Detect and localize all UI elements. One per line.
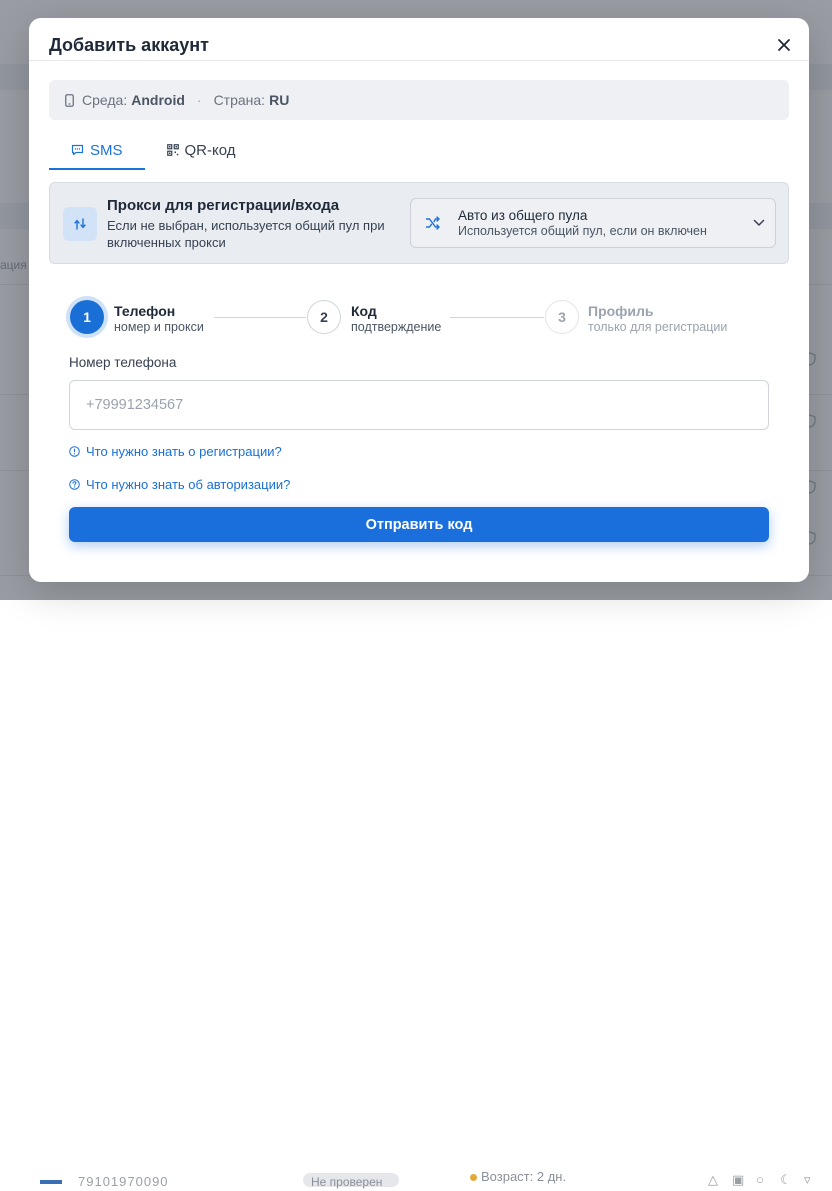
step-connector [214, 317, 306, 318]
proxy-description: Если не выбран, используется общий пул п… [107, 218, 385, 250]
chevron-down-icon [753, 219, 765, 226]
wizard-stepper: 1 Телефон номер и прокси 2 Код подтвержд… [69, 300, 769, 340]
shield-icon: ▿ [804, 1172, 811, 1187]
bg-row-actions: △ ▣ ○ ☾ ▿ [708, 1172, 818, 1187]
step-2-indicator: 2 [307, 300, 341, 334]
qr-code-icon [166, 144, 179, 156]
moon-icon: ☾ [780, 1172, 792, 1187]
tab-qr-code[interactable]: QR-код [145, 132, 258, 168]
bg-age: Возраст: 2 дн. [470, 1169, 566, 1184]
env-label: Среда: [82, 92, 128, 108]
bg-phone-number: 79101970090 [78, 1174, 169, 1189]
step-2-subtitle: подтверждение [351, 320, 442, 334]
image-icon: ▣ [732, 1172, 745, 1187]
proxy-select[interactable]: Авто из общего пула Используется общий п… [410, 198, 776, 248]
phone-input[interactable] [69, 380, 769, 430]
step-3-subtitle: только для регистрации [588, 320, 728, 334]
flag-icon [40, 1180, 62, 1184]
modal-header: Добавить аккаунт [29, 18, 809, 61]
shuffle-icon [425, 216, 440, 230]
bg-age-text: Возраст: 2 дн. [481, 1169, 567, 1184]
smartphone-icon [65, 93, 74, 107]
authorization-help-link[interactable]: Что нужно знать об авторизации? [69, 477, 290, 492]
authorization-help-text: Что нужно знать об авторизации? [86, 477, 291, 492]
step-1-title: Телефон [114, 303, 176, 319]
step-connector [450, 317, 544, 318]
question-circle-icon [69, 479, 80, 490]
tab-sms[interactable]: SMS [49, 132, 145, 170]
circle-icon: ○ [756, 1172, 764, 1187]
proxy-title: Прокси для регистрации/входа [107, 197, 340, 214]
step-1-indicator: 1 [70, 300, 104, 334]
bg-status-pill: Не проверен [303, 1173, 399, 1189]
step-1-subtitle: номер и прокси [114, 320, 204, 334]
proxy-select-hint: Используется общий пул, если он включен [458, 224, 707, 238]
proxy-icon-tile [63, 207, 97, 241]
step-2-title: Код [351, 303, 377, 319]
step-3-title: Профиль [588, 303, 654, 319]
status-dot [470, 1174, 477, 1181]
environment-info-bar: Среда: Android · Страна: RU [49, 80, 789, 120]
rocket-icon: △ [708, 1172, 718, 1187]
tab-sms-label: SMS [90, 141, 123, 159]
tab-qr-label: QR-код [184, 141, 236, 159]
env-separator: · [196, 92, 202, 108]
proxy-select-value: Авто из общего пула [458, 208, 588, 223]
phone-field-label: Номер телефона [69, 355, 177, 370]
add-account-modal: Добавить аккаунт Среда: Android · Страна… [29, 18, 809, 582]
registration-help-link[interactable]: Что нужно знать о регистрации? [69, 444, 282, 459]
route-icon [74, 218, 86, 230]
country-value: RU [269, 92, 290, 108]
message-icon [71, 144, 84, 156]
info-circle-icon [69, 446, 80, 457]
registration-help-text: Что нужно знать о регистрации? [86, 444, 282, 459]
country-label: Страна: [213, 92, 266, 108]
env-value: Android [131, 92, 185, 108]
modal-title: Добавить аккаунт [49, 35, 209, 55]
method-tabs: SMS QR-код [49, 132, 258, 170]
send-code-button[interactable]: Отправить код [69, 507, 769, 542]
step-3-indicator: 3 [545, 300, 579, 334]
close-icon[interactable] [777, 38, 791, 52]
proxy-section: Прокси для регистрации/входа Если не выб… [49, 182, 789, 264]
